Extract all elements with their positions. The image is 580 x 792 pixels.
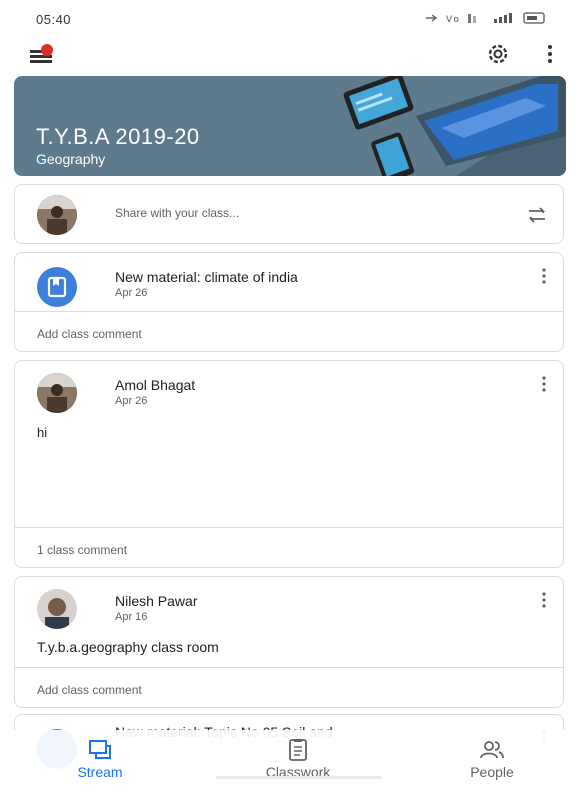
avatar: [37, 589, 77, 629]
add-class-comment[interactable]: Add class comment: [37, 683, 142, 697]
bottom-navigation: Stream Classwork People: [0, 730, 580, 792]
divider: [15, 311, 563, 312]
avatar: [37, 195, 77, 235]
post-body: T.y.b.a.geography class room: [37, 639, 219, 655]
nav-label: People: [470, 764, 514, 780]
gesture-bar: [216, 776, 382, 779]
user-photo-icon: [37, 373, 77, 413]
classwork-icon: [289, 739, 307, 761]
bookmark-icon: [47, 276, 67, 298]
svg-text:Vo: Vo: [446, 15, 461, 25]
class-banner[interactable]: T.Y.B.A 2019-20 Geography: [14, 76, 566, 176]
repost-icon[interactable]: [525, 203, 549, 227]
gear-icon[interactable]: [484, 40, 512, 68]
class-title: T.Y.B.A 2019-20: [36, 124, 200, 149]
menu-icon[interactable]: [30, 42, 56, 66]
post-body: hi: [37, 425, 48, 440]
add-class-comment[interactable]: Add class comment: [37, 327, 142, 341]
status-time: 05:40: [36, 12, 72, 27]
share-input[interactable]: Share with your class...: [115, 206, 239, 220]
post-date: Apr 26: [115, 287, 148, 299]
more-vertical-icon[interactable]: [546, 42, 554, 66]
user-photo-icon: [37, 195, 77, 235]
post-title: New material: climate of india: [115, 269, 298, 285]
nav-people[interactable]: People: [432, 730, 552, 792]
class-comments-link[interactable]: 1 class comment: [37, 543, 127, 557]
post-author: Nilesh Pawar: [115, 593, 198, 609]
nav-classwork[interactable]: Classwork: [238, 730, 358, 792]
post-author: Amol Bhagat: [115, 377, 196, 393]
post-card[interactable]: Amol Bhagat Apr 26 hi 1 class comment: [14, 360, 564, 568]
material-icon: [37, 267, 77, 307]
status-indicators: Vo: [424, 11, 554, 28]
post-date: Apr 16: [115, 611, 148, 623]
stream-icon: [89, 740, 111, 759]
status-bar: 05:40 Vo: [0, 0, 580, 36]
banner-illustration: [296, 76, 566, 176]
more-vertical-icon[interactable]: [541, 375, 547, 393]
nav-stream[interactable]: Stream: [40, 730, 160, 792]
divider: [15, 527, 563, 528]
avatar: [37, 373, 77, 413]
signal-icon: Vo: [426, 12, 545, 25]
more-vertical-icon[interactable]: [541, 591, 547, 609]
class-subject: Geography: [36, 151, 106, 167]
nav-label: Stream: [77, 764, 123, 780]
post-card[interactable]: Nilesh Pawar Apr 16 T.y.b.a.geography cl…: [14, 576, 564, 708]
post-card[interactable]: New material: climate of india Apr 26 Ad…: [14, 252, 564, 352]
more-vertical-icon[interactable]: [541, 267, 547, 285]
divider: [15, 667, 563, 668]
post-date: Apr 26: [115, 395, 148, 407]
user-photo-icon: [37, 589, 77, 629]
share-with-class-card[interactable]: Share with your class...: [14, 184, 564, 244]
people-icon: [480, 741, 504, 759]
app-bar: [0, 36, 580, 74]
